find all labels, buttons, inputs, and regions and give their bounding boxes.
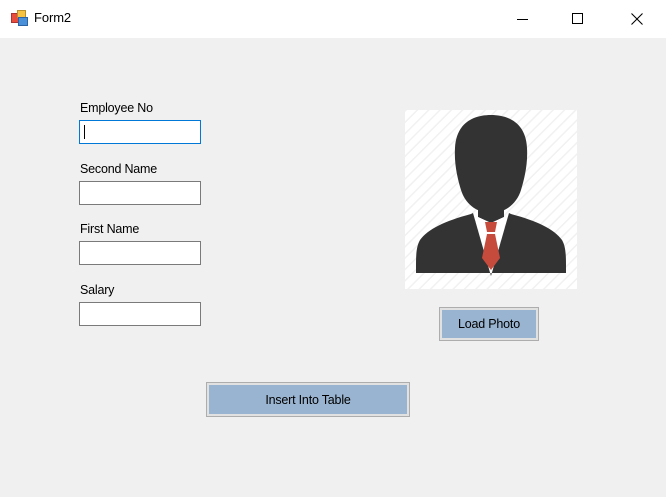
person-placeholder-icon (405, 110, 577, 289)
employee-no-input[interactable] (79, 120, 201, 144)
form-window: Form2 Employee No Second Name First Name (0, 0, 666, 497)
app-icon (11, 10, 28, 26)
title-bar[interactable]: Form2 (0, 0, 666, 38)
maximize-button[interactable] (555, 0, 601, 37)
photo-box[interactable] (405, 110, 577, 289)
close-button[interactable] (614, 0, 660, 37)
salary-input[interactable] (79, 302, 201, 326)
window-title: Form2 (34, 10, 72, 25)
first-name-label: First Name (80, 222, 140, 236)
second-name-input[interactable] (79, 181, 201, 205)
text-caret (84, 125, 85, 139)
maximize-icon (572, 13, 583, 24)
first-name-input[interactable] (79, 241, 201, 265)
insert-into-table-button[interactable]: Insert Into Table (206, 382, 410, 417)
salary-label: Salary (80, 283, 115, 297)
employee-no-label: Employee No (80, 101, 153, 115)
minimize-icon (517, 19, 528, 20)
second-name-label: Second Name (80, 162, 158, 176)
minimize-button[interactable] (500, 0, 546, 37)
load-photo-button[interactable]: Load Photo (439, 307, 539, 341)
close-icon (631, 13, 643, 25)
